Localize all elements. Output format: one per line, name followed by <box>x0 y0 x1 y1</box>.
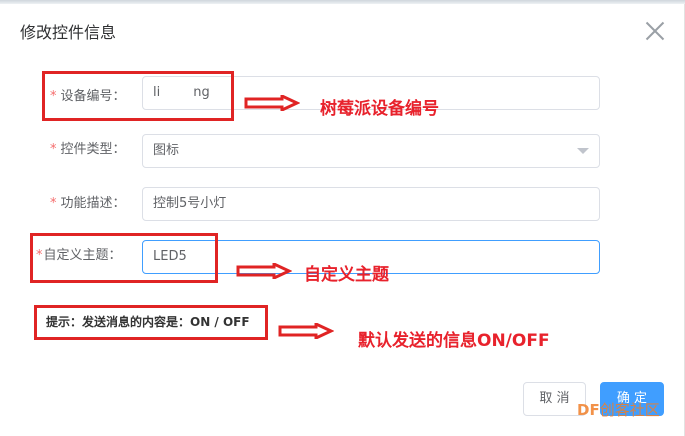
watermark-text: 创客社区 <box>599 401 660 419</box>
arrow-right-icon <box>236 263 292 279</box>
dialog-title: 修改控件信息 <box>20 23 117 42</box>
watermark-brand: DF <box>577 401 600 419</box>
edit-control-dialog: 修改控件信息 * 设备编号： li ng * 控件类型： 图标 * 功能描述： 控制5… <box>0 4 685 436</box>
annotation-hint: 默认发送的信息ON/OFF <box>358 331 550 351</box>
annotation-box-device-id <box>42 71 234 121</box>
annotation-box-topic <box>30 233 218 283</box>
control-type-label-text: 控件类型： <box>60 142 126 157</box>
arrow-right-icon <box>278 323 334 339</box>
annotation-topic: 自定义主题 <box>304 265 389 285</box>
description-label: * 功能描述： <box>50 192 126 211</box>
annotation-device-id: 树莓派设备编号 <box>320 99 439 119</box>
control-type-value: 图标 <box>153 143 180 158</box>
chevron-down-icon[interactable] <box>577 148 589 154</box>
control-type-label: * 控件类型： <box>50 138 126 157</box>
annotation-box-hint <box>34 305 268 340</box>
watermark-logo: DF创客社区 <box>577 399 660 420</box>
close-icon[interactable] <box>644 20 666 42</box>
arrow-right-icon <box>244 95 300 111</box>
control-type-select[interactable]: 图标 <box>142 134 600 168</box>
required-mark: * <box>50 196 57 211</box>
description-label-text: 功能描述： <box>60 196 126 211</box>
required-mark: * <box>50 142 57 157</box>
description-input[interactable]: 控制5号小灯 <box>142 187 600 221</box>
